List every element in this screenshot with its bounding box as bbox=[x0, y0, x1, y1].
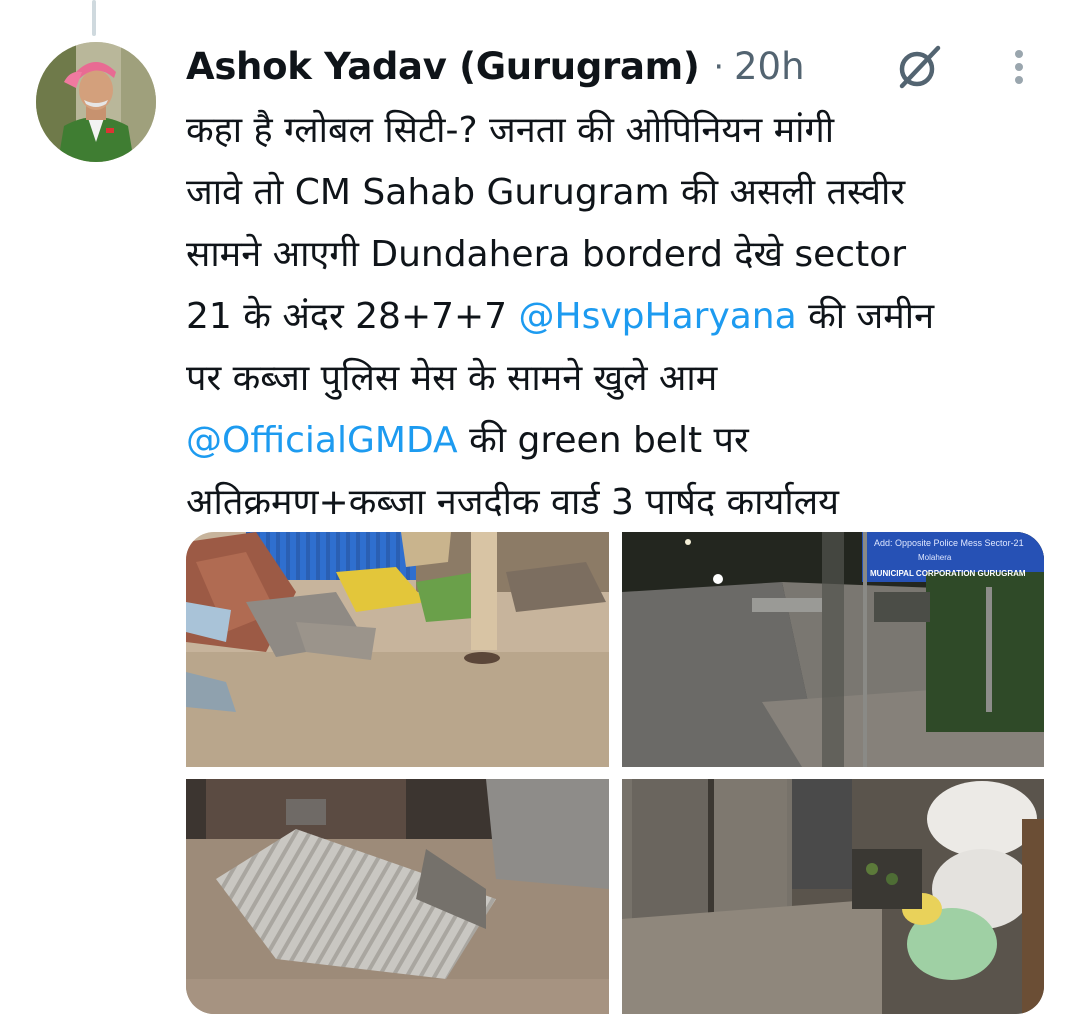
author-name[interactable]: Ashok Yadav (Gurugram) bbox=[186, 45, 700, 88]
tweet-line: पर कब्जा पुलिस मेस के सामने खुले आम bbox=[186, 358, 718, 399]
mention-officialgmda-link[interactable]: @OfficialGMDA bbox=[186, 420, 458, 461]
tweet-text: कहा है ग्लोबल सिटी-? जनता की ओपिनियन मां… bbox=[186, 100, 1056, 534]
media-grid: Add: Opposite Police Mess Sector-21 Mola… bbox=[186, 532, 1044, 1014]
photo-gate-with-bags[interactable] bbox=[622, 779, 1044, 1014]
tweet-line: जावे तो CM Sahab Gurugram की असली तस्वीर bbox=[186, 172, 906, 213]
timestamp[interactable]: 20h bbox=[734, 45, 805, 88]
tweet-text-segment: की green belt पर bbox=[457, 420, 749, 461]
photo-corrugated-sheets[interactable] bbox=[186, 779, 609, 1014]
avatar[interactable] bbox=[36, 42, 156, 162]
thread-connector-line bbox=[92, 0, 96, 36]
photo-night-road-signboard[interactable]: Add: Opposite Police Mess Sector-21 Mola… bbox=[622, 532, 1044, 767]
tweet-text-segment: की जमीन bbox=[796, 296, 935, 337]
grok-icon[interactable] bbox=[892, 40, 946, 94]
more-options-icon[interactable] bbox=[1006, 44, 1032, 90]
sign-line-2: Molahera bbox=[918, 553, 952, 562]
tweet-line: कहा है ग्लोबल सिटी-? जनता की ओपिनियन मां… bbox=[186, 110, 835, 151]
sign-line-1: Add: Opposite Police Mess Sector-21 bbox=[874, 538, 1024, 548]
dot-separator: · bbox=[713, 46, 725, 86]
tweet-line: अतिक्रमण+कब्जा नजदीक वार्ड 3 पार्षद कार्… bbox=[186, 482, 839, 523]
tweet-line: सामने आएगी Dundahera borderd देखे sector bbox=[186, 234, 907, 275]
photo-rubble-blue-fence[interactable] bbox=[186, 532, 609, 767]
tweet-text-segment: 21 के अंदर 28+7+7 bbox=[186, 296, 519, 337]
tweet-line: @OfficialGMDA की green belt पर bbox=[186, 410, 1056, 472]
mention-hsvpharyana-link[interactable]: @HsvpHaryana bbox=[519, 296, 797, 337]
sign-line-3: MUNICIPAL CORPORATION GURUGRAM bbox=[870, 569, 1026, 578]
tweet-header: Ashok Yadav (Gurugram) · 20h bbox=[186, 38, 805, 94]
tweet-line: 21 के अंदर 28+7+7 @HsvpHaryana की जमीन bbox=[186, 286, 1056, 348]
